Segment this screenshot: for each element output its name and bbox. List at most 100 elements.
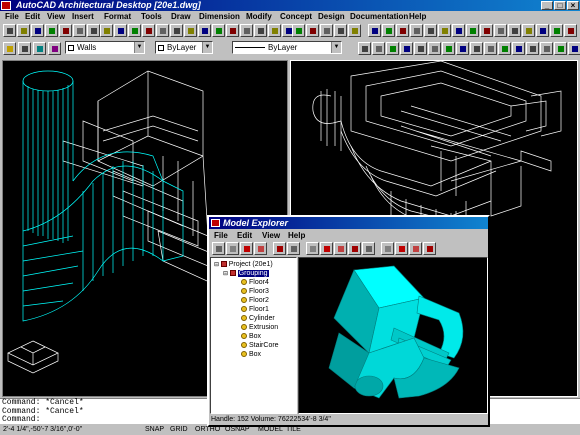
standard-toolbar-button-14[interactable] [184,24,197,37]
explorer-menu-view[interactable]: View [262,231,280,240]
explorer-toolbar-button-11[interactable] [362,242,375,255]
standard-toolbar-button-4[interactable] [45,24,58,37]
standard-toolbar-button-15[interactable] [198,24,211,37]
menu-dimension[interactable]: Dimension [199,12,240,21]
standard-toolbar-button-30[interactable] [410,24,423,37]
minimize-button[interactable]: _ [541,1,553,10]
menu-documentation[interactable]: Documentation [350,12,408,21]
object-toolbar-button-11[interactable] [498,42,511,55]
menu-design[interactable]: Design [318,12,345,21]
explorer-menu-file[interactable]: File [214,231,228,240]
menu-format[interactable]: Format [104,12,131,21]
menu-modify[interactable]: Modify [246,12,272,21]
standard-toolbar-button-37[interactable] [508,24,521,37]
menu-draw[interactable]: Draw [171,12,191,21]
tree-item-floor1[interactable]: Floor1 [241,305,269,314]
object-toolbar-button-10[interactable] [484,42,497,55]
explorer-toolbar-button-13[interactable] [395,242,408,255]
explorer-toolbar-button-6[interactable] [287,242,300,255]
standard-toolbar-button-12[interactable] [156,24,169,37]
tree-item-floor3[interactable]: Floor3 [241,287,269,296]
tree-item-floor4[interactable]: Floor4 [241,278,269,287]
standard-toolbar-button-24[interactable] [320,24,333,37]
standard-toolbar-button-41[interactable] [564,24,577,37]
standard-toolbar-button-39[interactable] [536,24,549,37]
object-toolbar-button-3[interactable] [386,42,399,55]
standard-toolbar-button-18[interactable] [240,24,253,37]
tree-item-cylinder[interactable]: Cylinder [241,314,275,323]
standard-toolbar-button-20[interactable] [268,24,281,37]
explorer-toolbar-button-9[interactable] [334,242,347,255]
explorer-toolbar-button-1[interactable] [212,242,225,255]
tree-item-staircore[interactable]: StairCore [241,341,279,350]
standard-toolbar-button-38[interactable] [522,24,535,37]
grid-toggle[interactable]: GRID [170,425,188,435]
explorer-app-icon[interactable] [211,219,220,227]
standard-toolbar-button-29[interactable] [396,24,409,37]
layer-dropdown[interactable]: Walls ▼ [65,41,145,54]
layer-toolbar-button-4[interactable] [48,42,61,55]
standard-toolbar-button-8[interactable] [100,24,113,37]
object-toolbar-button-8[interactable] [456,42,469,55]
menu-view[interactable]: View [47,12,65,21]
standard-toolbar-button-23[interactable] [306,24,319,37]
menu-concept[interactable]: Concept [280,12,312,21]
standard-toolbar-button-25[interactable] [334,24,347,37]
explorer-toolbar-button-8[interactable] [320,242,333,255]
standard-toolbar-button-27[interactable] [368,24,381,37]
standard-toolbar-button-31[interactable] [424,24,437,37]
explorer-toolbar-button-15[interactable] [423,242,436,255]
object-toolbar-button-15[interactable] [554,42,567,55]
standard-toolbar-button-5[interactable] [59,24,72,37]
explorer-menu-help[interactable]: Help [288,231,305,240]
close-button[interactable]: × [567,1,579,10]
explorer-model-view[interactable] [298,257,488,414]
explorer-toolbar-button-2[interactable] [226,242,239,255]
object-toolbar-button-2[interactable] [372,42,385,55]
standard-toolbar-button-34[interactable] [466,24,479,37]
object-toolbar-button-12[interactable] [512,42,525,55]
tree-item-floor2[interactable]: Floor2 [241,296,269,305]
model-tree[interactable]: ⊟ Project (20e1) ⊟ Grouping Floor4 Floor… [210,257,297,414]
menu-edit[interactable]: Edit [25,12,40,21]
linetype-dropdown[interactable]: ByLayer ▼ [232,41,342,54]
standard-toolbar-button-3[interactable] [31,24,44,37]
explorer-toolbar-button-4[interactable] [254,242,267,255]
object-toolbar-button-13[interactable] [526,42,539,55]
menu-insert[interactable]: Insert [72,12,94,21]
explorer-toolbar-button-14[interactable] [409,242,422,255]
app-icon[interactable] [1,1,11,10]
standard-toolbar-button-1[interactable] [3,24,16,37]
explorer-toolbar-button-5[interactable] [273,242,286,255]
color-dropdown[interactable]: ByLayer ▼ [155,41,213,54]
standard-toolbar-button-2[interactable] [17,24,30,37]
standard-toolbar-button-35[interactable] [480,24,493,37]
maximize-button[interactable]: □ [554,1,566,10]
tree-item-box[interactable]: Box [241,332,261,341]
object-toolbar-button-4[interactable] [400,42,413,55]
standard-toolbar-button-17[interactable] [226,24,239,37]
standard-toolbar-button-9[interactable] [114,24,127,37]
standard-toolbar-button-19[interactable] [254,24,267,37]
object-toolbar-button-9[interactable] [470,42,483,55]
standard-toolbar-button-32[interactable] [438,24,451,37]
object-toolbar-button-5[interactable] [414,42,427,55]
menu-tools[interactable]: Tools [141,12,162,21]
object-toolbar-button-16[interactable] [568,42,580,55]
object-toolbar-button-14[interactable] [540,42,553,55]
explorer-toolbar-button-12[interactable] [381,242,394,255]
tree-item-extrusion[interactable]: Extrusion [241,323,278,332]
standard-toolbar-button-13[interactable] [170,24,183,37]
tree-item-box-2[interactable]: Box [241,350,261,359]
menu-file[interactable]: File [5,12,19,21]
standard-toolbar-button-28[interactable] [382,24,395,37]
menu-help[interactable]: Help [409,12,426,21]
layer-toolbar-button-2[interactable] [18,42,31,55]
standard-toolbar-button-36[interactable] [494,24,507,37]
explorer-toolbar-button-3[interactable] [240,242,253,255]
standard-toolbar-button-40[interactable] [550,24,563,37]
layer-toolbar-button-1[interactable] [3,42,16,55]
standard-toolbar-button-33[interactable] [452,24,465,37]
standard-toolbar-button-16[interactable] [212,24,225,37]
object-toolbar-button-6[interactable] [428,42,441,55]
